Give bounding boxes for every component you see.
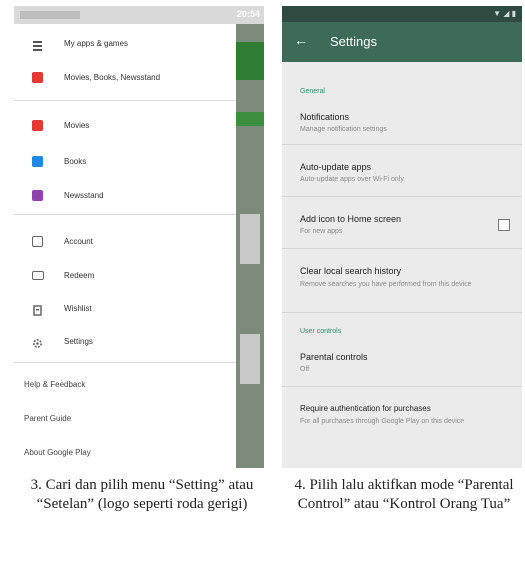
account-icon — [32, 235, 43, 247]
caption-step-3: 3. Cari dan pilih menu “Setting” atau “S… — [30, 477, 254, 512]
books-icon — [32, 155, 43, 167]
toolbar: ← Settings — [282, 22, 522, 62]
page-title: Settings — [330, 34, 377, 49]
drawer-item-newsstand[interactable]: Newsstand — [14, 186, 236, 204]
parent-guide-link[interactable]: Parent Guide — [24, 414, 71, 423]
navigation-drawer: My apps & games Movies, Books, Newsstand… — [14, 24, 236, 468]
setting-subtitle: Remove searches you have performed from … — [300, 281, 472, 288]
caption-step-4: 4. Pilih lalu aktifkan mode “Parental Co… — [294, 477, 514, 512]
wishlist-icon — [32, 303, 43, 316]
drawer-item-label: My apps & games — [64, 38, 129, 48]
drawer-item-label: Books — [64, 156, 87, 166]
status-time: 20:54 — [236, 9, 260, 19]
setting-title: Clear local search history — [300, 266, 402, 276]
setting-title: Notifications — [300, 112, 350, 122]
drawer-item-label: Newsstand — [64, 190, 104, 200]
gear-icon — [32, 336, 43, 348]
section-header-user-controls: User controls — [300, 328, 342, 335]
about-google-play-link[interactable]: About Google Play — [24, 448, 91, 457]
setting-subtitle: For all purchases through Google Play on… — [300, 418, 465, 425]
section-header-general: General — [300, 88, 325, 95]
setting-subtitle: Auto-update apps over Wi-Fi only — [300, 176, 404, 183]
newsstand-icon — [32, 189, 43, 201]
play-icon — [32, 71, 43, 83]
status-icons — [20, 11, 80, 19]
menu-icon — [32, 38, 43, 51]
drawer-item-label: Movies, Books, Newsstand — [64, 72, 161, 82]
status-bar: 20:54 — [14, 6, 264, 24]
redeem-icon — [32, 270, 44, 280]
movies-icon — [32, 119, 43, 131]
setting-subtitle: Off — [300, 366, 310, 373]
divider — [14, 362, 236, 363]
background-app — [236, 24, 264, 468]
drawer-item-label: Movies — [64, 120, 90, 130]
drawer-item-settings[interactable]: Settings — [14, 332, 236, 350]
back-arrow-icon[interactable]: ← — [294, 32, 308, 48]
divider — [14, 214, 236, 215]
setting-title: Require authentication for purchases — [300, 404, 431, 413]
divider — [14, 100, 236, 101]
setting-title: Auto-update apps — [300, 162, 372, 172]
setting-subtitle: Manage notification settings — [300, 126, 387, 133]
setting-title: Parental controls — [300, 352, 368, 362]
setting-title: Add icon to Home screen — [300, 214, 402, 224]
drawer-item-redeem[interactable]: Redeem — [14, 266, 236, 284]
drawer-item-movies[interactable]: Movies — [14, 116, 236, 134]
add-icon-checkbox[interactable] — [498, 219, 510, 231]
drawer-item-my-apps[interactable]: My apps & games — [14, 34, 236, 52]
drawer-item-label: Settings — [64, 336, 93, 346]
drawer-item-account[interactable]: Account — [14, 232, 236, 250]
status-bar: ▼ ◢ ▮ — [282, 6, 522, 22]
drawer-item-wishlist[interactable]: Wishlist — [14, 299, 236, 317]
drawer-item-books[interactable]: Books — [14, 152, 236, 170]
play-store-settings-screenshot: ▼ ◢ ▮ ← Settings General Notifications M… — [282, 6, 522, 468]
drawer-item-label: Redeem — [64, 270, 95, 280]
drawer-item-entertainment[interactable]: Movies, Books, Newsstand — [14, 68, 236, 86]
help-feedback-link[interactable]: Help & Feedback — [24, 380, 85, 389]
drawer-item-label: Account — [64, 236, 93, 246]
drawer-item-label: Wishlist — [64, 303, 92, 313]
play-store-drawer-screenshot: 20:54 My apps & games Movies, Books, New… — [14, 6, 264, 468]
setting-subtitle: For new apps — [300, 228, 343, 235]
